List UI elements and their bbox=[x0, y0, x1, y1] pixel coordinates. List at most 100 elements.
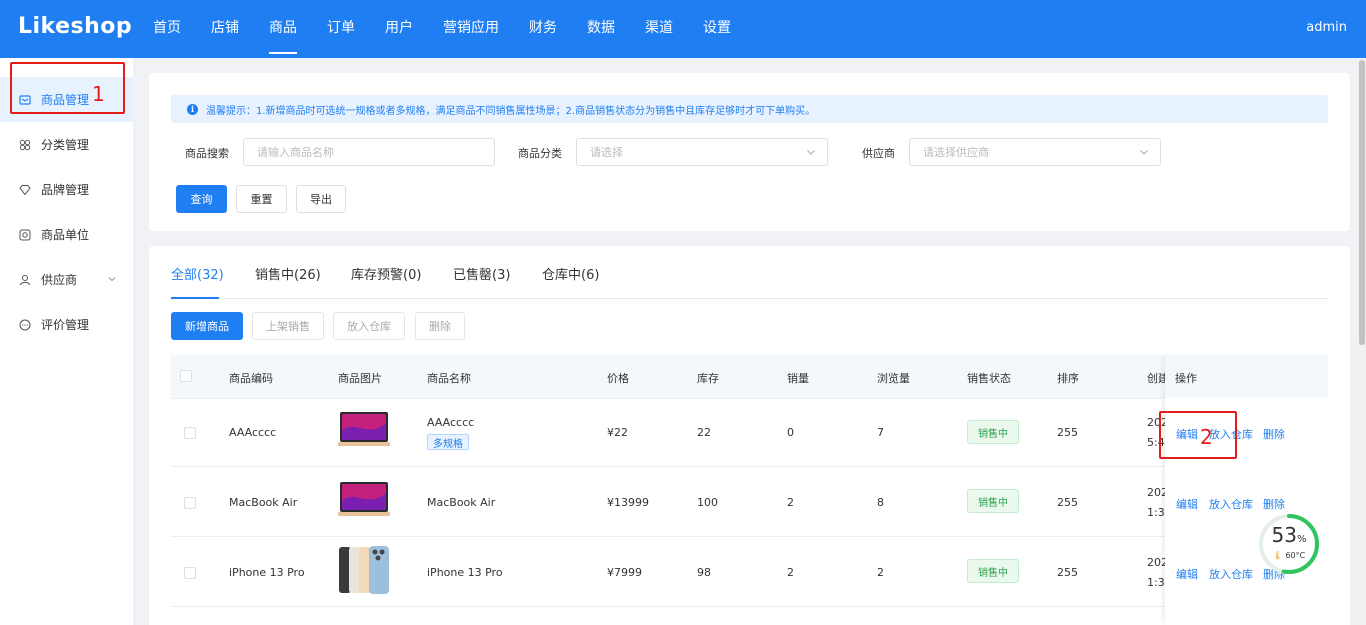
cell-price: ¥13999 bbox=[607, 496, 649, 509]
row-divider bbox=[171, 466, 1328, 467]
spec-tag: 多规格 bbox=[427, 434, 469, 450]
col-operations: 操作 bbox=[1175, 372, 1197, 385]
info-icon: i bbox=[187, 103, 198, 115]
nav-settings[interactable]: 设置 bbox=[688, 0, 746, 58]
chevron-down-icon bbox=[107, 273, 117, 287]
select-all-checkbox[interactable] bbox=[180, 370, 192, 382]
supplier-placeholder: 请选择供应商 bbox=[923, 146, 989, 159]
cell-views: 2 bbox=[877, 566, 884, 579]
col-price: 价格 bbox=[607, 372, 629, 385]
user-name[interactable]: admin bbox=[1306, 20, 1347, 35]
supplier-label: 供应商 bbox=[862, 147, 895, 160]
row-checkbox[interactable] bbox=[184, 567, 196, 579]
col-views: 浏览量 bbox=[877, 372, 910, 385]
sidebar-item-supplier[interactable]: 供应商 bbox=[0, 257, 133, 302]
cell-name: iPhone 13 Pro bbox=[427, 566, 503, 579]
cell-sales: 2 bbox=[787, 496, 794, 509]
cpu-percent: 53% bbox=[1271, 523, 1307, 547]
tab-sold-out[interactable]: 已售罄(3) bbox=[453, 264, 510, 283]
thermometer-icon: 🌡 bbox=[1272, 551, 1283, 560]
cell-stock: 22 bbox=[697, 426, 711, 439]
move-to-warehouse-link[interactable]: 放入仓库 bbox=[1209, 566, 1253, 582]
cell-code: AAAcccc bbox=[229, 426, 277, 439]
product-image[interactable] bbox=[338, 409, 390, 449]
search-label: 商品搜索 bbox=[185, 147, 229, 160]
nav-channels[interactable]: 渠道 bbox=[630, 0, 688, 58]
delete-link[interactable]: 删除 bbox=[1263, 426, 1285, 442]
annotation-box-2 bbox=[1159, 411, 1237, 459]
export-button[interactable]: 导出 bbox=[296, 185, 346, 213]
tab-active-indicator bbox=[171, 297, 219, 299]
row-divider bbox=[171, 606, 1328, 607]
edit-link[interactable]: 编辑 bbox=[1176, 566, 1198, 582]
main-nav: 首页 店铺 商品 订单 用户 营销应用 财务 数据 渠道 设置 bbox=[138, 0, 746, 58]
scrollbar-thumb[interactable] bbox=[1359, 60, 1365, 345]
tab-on-sale[interactable]: 销售中(26) bbox=[255, 264, 321, 283]
nav-finance[interactable]: 财务 bbox=[514, 0, 572, 58]
tab-divider bbox=[171, 298, 1328, 299]
batch-delete-button[interactable]: 删除 bbox=[415, 312, 465, 340]
row-checkbox[interactable] bbox=[184, 497, 196, 509]
brand-icon bbox=[19, 184, 31, 196]
annotation-label-1: 1 bbox=[92, 82, 105, 106]
cell-stock: 98 bbox=[697, 566, 711, 579]
row-divider bbox=[171, 398, 1328, 399]
chevron-down-icon bbox=[1138, 146, 1150, 161]
nav-marketing[interactable]: 营销应用 bbox=[428, 0, 514, 58]
cell-name: AAAcccc bbox=[427, 416, 475, 429]
nav-products[interactable]: 商品 bbox=[254, 0, 312, 58]
put-on-sale-button[interactable]: 上架销售 bbox=[252, 312, 324, 340]
annotation-box-1 bbox=[10, 62, 125, 114]
nav-orders[interactable]: 订单 bbox=[312, 0, 370, 58]
edit-link[interactable]: 编辑 bbox=[1176, 496, 1198, 512]
search-input[interactable]: 请输入商品名称 bbox=[243, 138, 495, 166]
unit-icon bbox=[19, 229, 31, 241]
search-placeholder: 请输入商品名称 bbox=[257, 146, 334, 159]
sidebar-item-label: 品牌管理 bbox=[41, 183, 90, 197]
cell-name: MacBook Air bbox=[427, 496, 496, 509]
sidebar-item-review-management[interactable]: 评价管理 bbox=[0, 302, 133, 347]
cell-sort: 255 bbox=[1057, 426, 1078, 439]
row-divider bbox=[171, 536, 1328, 537]
col-name: 商品名称 bbox=[427, 372, 471, 385]
nav-home[interactable]: 首页 bbox=[138, 0, 196, 58]
status-badge: 销售中 bbox=[967, 489, 1019, 513]
supplier-select[interactable]: 请选择供应商 bbox=[909, 138, 1161, 166]
add-product-button[interactable]: 新增商品 bbox=[171, 312, 243, 340]
row-checkbox[interactable] bbox=[184, 427, 196, 439]
query-button[interactable]: 查询 bbox=[176, 185, 227, 213]
cell-price: ¥7999 bbox=[607, 566, 642, 579]
tab-stock-warning[interactable]: 库存预警(0) bbox=[351, 264, 421, 283]
comment-icon bbox=[19, 319, 31, 331]
col-stock: 库存 bbox=[697, 372, 719, 385]
sidebar-item-brand-management[interactable]: 品牌管理 bbox=[0, 167, 133, 212]
cell-views: 7 bbox=[877, 426, 884, 439]
status-badge: 销售中 bbox=[967, 420, 1019, 444]
sidebar-item-label: 分类管理 bbox=[41, 138, 90, 152]
reset-button[interactable]: 重置 bbox=[236, 185, 287, 213]
sidebar-item-category-management[interactable]: 分类管理 bbox=[0, 122, 133, 167]
tab-in-warehouse[interactable]: 仓库中(6) bbox=[542, 264, 599, 283]
nav-shop[interactable]: 店铺 bbox=[196, 0, 254, 58]
cell-sales: 0 bbox=[787, 426, 794, 439]
move-to-warehouse-link[interactable]: 放入仓库 bbox=[1209, 496, 1253, 512]
product-image[interactable] bbox=[338, 545, 390, 595]
cell-code: MacBook Air bbox=[229, 496, 298, 509]
cell-code: iPhone 13 Pro bbox=[229, 566, 305, 579]
tip-banner: i 温馨提示：1.新增商品时可选统一规格或者多规格，满足商品不同销售属性场景；2… bbox=[171, 95, 1328, 123]
cpu-temperature: 🌡 60°C bbox=[1272, 551, 1306, 560]
product-image[interactable] bbox=[338, 479, 390, 519]
nav-data[interactable]: 数据 bbox=[572, 0, 630, 58]
move-to-warehouse-button[interactable]: 放入仓库 bbox=[333, 312, 405, 340]
cell-sort: 255 bbox=[1057, 496, 1078, 509]
tab-all[interactable]: 全部(32) bbox=[171, 264, 224, 283]
col-image: 商品图片 bbox=[338, 372, 382, 385]
logo[interactable]: Likeshop bbox=[18, 14, 132, 39]
nav-users[interactable]: 用户 bbox=[370, 0, 428, 58]
annotation-label-2: 2 bbox=[1200, 425, 1213, 449]
cell-price: ¥22 bbox=[607, 426, 628, 439]
delete-link[interactable]: 删除 bbox=[1263, 496, 1285, 512]
sidebar-item-product-unit[interactable]: 商品单位 bbox=[0, 212, 133, 257]
category-select[interactable]: 请选择 bbox=[576, 138, 828, 166]
chevron-down-icon bbox=[805, 146, 817, 161]
